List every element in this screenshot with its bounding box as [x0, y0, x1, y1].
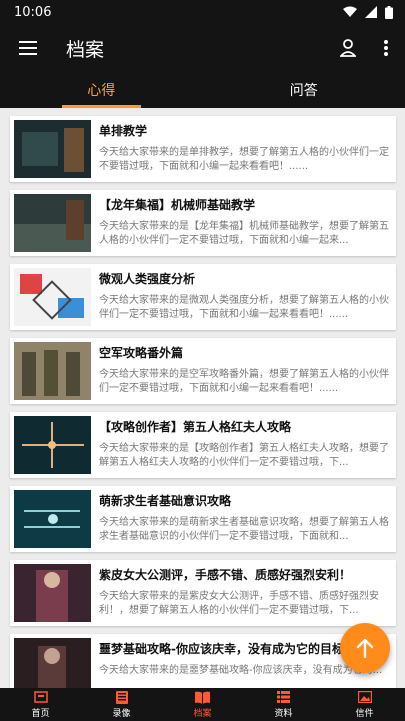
- article-title: 【龙年集福】机械师基础教学: [99, 198, 256, 212]
- wifi-icon: [343, 6, 357, 17]
- nav-letters[interactable]: 信件: [324, 688, 405, 721]
- article-title: 萌新求生者基础意识攻略: [99, 494, 232, 508]
- article-title: 【攻略创作者】第五人格红夫人攻略: [99, 420, 292, 434]
- article-thumbnail: [14, 268, 91, 326]
- article-title: 微观人类强度分析: [99, 272, 196, 286]
- article-thumbnail: [14, 416, 91, 474]
- article-description: 今天给大家带来的是【攻略创作者】第五人格红夫人攻略，想要了解第五人格红夫人攻略的…: [99, 443, 389, 468]
- tab-qa[interactable]: 问答: [203, 72, 405, 108]
- article-title: 单排教学: [99, 124, 148, 138]
- article-description: 今天给大家带来的是空军攻略番外篇，想要了解第五人格的小伙伴们一定不要错过哦，下面…: [99, 369, 389, 394]
- nav-label: 资料: [274, 709, 293, 719]
- image-icon: [357, 691, 372, 703]
- arrow-up-icon: [356, 638, 374, 658]
- tab-label: 心得: [87, 83, 116, 99]
- signal-icon: [365, 6, 377, 18]
- list-item[interactable]: 萌新求生者基础意识攻略 今天给大家带来的是萌新求生者基础意识攻略，想要了解第五人…: [10, 486, 396, 552]
- tab-insights[interactable]: 心得: [0, 72, 203, 108]
- app-bar: 档案: [0, 24, 405, 72]
- article-thumbnail: [14, 638, 91, 688]
- list-item[interactable]: 空军攻略番外篇 今天给大家带来的是空军攻略番外篇，想要了解第五人格的小伙伴们一定…: [10, 338, 396, 404]
- nav-label: 首页: [31, 709, 50, 719]
- list-item[interactable]: 紫皮女大公测评，手感不错、质感好强烈安利！ 今天给大家带来的是紫皮女大公测评，手…: [10, 560, 396, 626]
- scroll-to-top-button[interactable]: [340, 623, 390, 673]
- list-icon: [277, 691, 290, 703]
- archive-icon: [195, 691, 210, 704]
- list-item[interactable]: 微观人类强度分析 今天给大家带来的是微观人类强度分析，想要了解第五人格的小伙伴们…: [10, 264, 396, 330]
- list-item[interactable]: 【攻略创作者】第五人格红夫人攻略 今天给大家带来的是【攻略创作者】第五人格红夫人…: [10, 412, 396, 478]
- list-item[interactable]: 单排教学 今天给大家带来的是单排教学，想要了解第五人格的小伙伴们一定不要错过哦，…: [10, 116, 396, 182]
- article-title: 空军攻略番外篇: [99, 346, 184, 360]
- nav-label: 信件: [355, 709, 374, 719]
- list-item[interactable]: 【龙年集福】机械师基础教学 今天给大家带来的是【龙年集福】机械师基础教学，想要了…: [10, 190, 396, 256]
- tab-bar: 心得 问答: [0, 72, 405, 108]
- home-icon: [33, 691, 48, 703]
- nav-archive[interactable]: 档案: [162, 688, 243, 721]
- more-options-button[interactable]: [367, 24, 405, 72]
- article-description: 今天给大家带来的是紫皮女大公测评，手感不错、质感好强烈安利！，想要了解第五人格的…: [99, 591, 379, 616]
- article-thumbnail: [14, 490, 91, 548]
- nav-label: 档案: [193, 709, 212, 719]
- article-description: 今天给大家带来的是单排教学，想要了解第五人格的小伙伴们一定不要错过哦，下面就和小…: [99, 147, 389, 172]
- article-description: 今天给大家带来的是噩梦基础攻略-你应该庆幸，没有成为它的...: [99, 665, 383, 676]
- article-list[interactable]: 单排教学 今天给大家带来的是单排教学，想要了解第五人格的小伙伴们一定不要错过哦，…: [0, 108, 405, 688]
- nav-video[interactable]: 录像: [81, 688, 162, 721]
- status-bar: 10:06: [0, 0, 405, 24]
- menu-icon: [19, 41, 37, 55]
- status-time: 10:06: [14, 4, 52, 20]
- menu-button[interactable]: [0, 24, 56, 72]
- profile-button[interactable]: [329, 24, 367, 72]
- battery-icon: [385, 5, 393, 19]
- article-thumbnail: [14, 120, 91, 178]
- article-description: 今天给大家带来的是【龙年集福】机械师基础教学，想要了解第五人格的小伙伴们一定不要…: [99, 221, 389, 246]
- article-thumbnail: [14, 342, 91, 400]
- article-title: 紫皮女大公测评，手感不错、质感好强烈安利！: [99, 568, 352, 582]
- more-vert-icon: [384, 40, 388, 56]
- list-item[interactable]: 噩梦基础攻略-你应该庆幸，没有成为它的目标 今天给大家带来的是噩梦基础攻略-你应…: [10, 634, 396, 688]
- bottom-navigation: 首页 录像 档案 资料 信件: [0, 688, 405, 721]
- article-description: 今天给大家带来的是萌新求生者基础意识攻略，想要了解第五人格求生者基础意识的小伙伴…: [99, 517, 389, 542]
- nav-data[interactable]: 资料: [243, 688, 324, 721]
- article-description: 今天给大家带来的是微观人类强度分析，想要了解第五人格的小伙伴们一定不要错过哦，下…: [99, 295, 389, 320]
- person-icon: [340, 39, 356, 57]
- article-thumbnail: [14, 564, 91, 622]
- tab-label: 问答: [289, 83, 318, 99]
- video-icon: [115, 690, 128, 704]
- article-thumbnail: [14, 194, 91, 252]
- nav-home[interactable]: 首页: [0, 688, 81, 721]
- nav-label: 录像: [112, 709, 131, 719]
- page-title: 档案: [66, 38, 105, 61]
- status-icons: [343, 5, 393, 19]
